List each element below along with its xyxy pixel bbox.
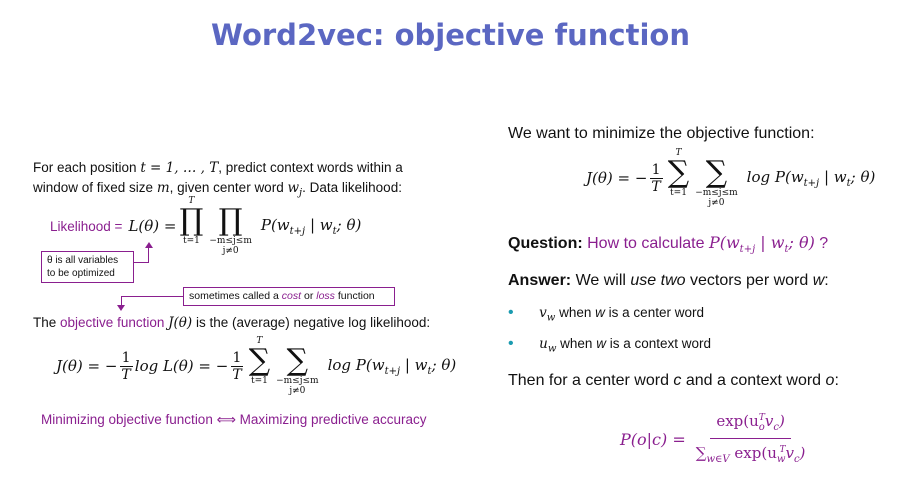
bullet-dot-2: • (508, 335, 514, 352)
likelihood-rhs: P(wt+j | wt; θ) (260, 215, 362, 237)
intro-m: m (156, 180, 170, 196)
bullet-context-word: • uw when w is a context word (508, 335, 712, 355)
softmax-numerator: exp(uoTvc) (710, 408, 791, 439)
eq2-log-l: log L(θ) = − (134, 357, 229, 375)
intro-text-mid: , given center word (169, 180, 284, 195)
eq3-log-p: log P(wt+j | wt; θ) (746, 167, 876, 189)
intro-text-2: window of fixed size (33, 180, 154, 195)
cost-arrow-head (117, 305, 125, 311)
objective-equation-right: J(θ) = − 1T T ∑ t=1 ∑ −m≤j≤m j≠0 log P(wt+j … (586, 148, 875, 208)
cost-note-box: sometimes called a cost or loss function (183, 287, 395, 306)
intro-text-end: . Data likelihood: (302, 180, 402, 195)
theta-connector-vertical (148, 247, 149, 263)
softmax-denominator: ∑w∈V exp(uwTvc) (695, 444, 806, 465)
eq3-lhs: J(θ) = − (586, 169, 648, 187)
softmax-fraction: exp(uoTvc) ∑w∈V exp(uwTvc) (694, 408, 808, 471)
bullet-dot-1: • (508, 304, 514, 321)
softmax-equation: P(o|c) = exp(uoTvc) ∑w∈V exp(uwTvc) (620, 408, 809, 471)
eq2-log-p: log P(wt+j | wt; θ) (327, 355, 457, 377)
eq2-fraction-2: 1T (230, 349, 244, 383)
then-line: Then for a center word c and a context w… (508, 372, 839, 389)
objective-j-theta: J(θ) (168, 315, 193, 331)
question-line: Question: How to calculate P(wt+j | wt; … (508, 233, 829, 256)
eq2-fraction-1: 1T (119, 349, 133, 383)
theta-note-line1: θ is all variables (47, 255, 119, 266)
intro-center-word: wj (287, 180, 303, 199)
minimizing-statement: Minimizing objective function ⟺ Maximizi… (41, 412, 427, 427)
objective-function-term: objective function (60, 315, 165, 330)
sum-operator-t: T ∑ t=1 (248, 336, 271, 386)
theta-note-line2: to be optimized (47, 268, 115, 279)
question-math: P(wt+j | wt; θ) (708, 233, 815, 256)
product-operator-j: ∏ −m≤j≤m j≠0 (209, 203, 252, 257)
eq3-fraction: 1T (649, 161, 663, 195)
theta-note-box: θ is all variables to be optimized (41, 251, 134, 283)
likelihood-label: Likelihood = (50, 218, 123, 234)
sum-operator-j-right: ∑ −m≤j≤m j≠0 (695, 155, 738, 209)
intro-text-rest: , predict context words within a (218, 160, 403, 175)
product-operator-t: T ∏ t=1 (179, 196, 204, 246)
want-statement: We want to minimize the objective functi… (508, 125, 815, 142)
eq2-lhs: J(θ) = − (56, 357, 118, 375)
objective-equation-left: J(θ) = − 1T log L(θ) = − 1T T ∑ t=1 ∑ −m≤j≤… (56, 336, 456, 396)
likelihood-lhs: L(θ) = (128, 217, 177, 235)
u-w-symbol: uw (539, 336, 557, 355)
answer-line: Answer: We will use two vectors per word… (508, 272, 829, 289)
theta-arrow-head (145, 242, 153, 248)
cost-connector-horizontal (121, 296, 183, 297)
sum-operator-t-right: T ∑ t=1 (667, 148, 690, 198)
bullet-center-word: • vw when w is a center word (508, 304, 704, 324)
v-w-symbol: vw (539, 305, 556, 324)
softmax-lhs: P(o|c) = (620, 430, 686, 449)
sum-operator-j: ∑ −m≤j≤m j≠0 (276, 343, 319, 397)
intro-math: t = 1, … , T (140, 160, 219, 176)
likelihood-equation: Likelihood = L(θ) = T ∏ t=1 ∏ −m≤j≤m j≠0 P(w… (50, 196, 361, 256)
slide-title: Word2vec: objective function (211, 18, 690, 52)
question-text: How to calculate (587, 235, 705, 252)
objective-sentence: The objective function J(θ) is the (aver… (33, 315, 431, 331)
intro-text: For each position (33, 160, 137, 175)
